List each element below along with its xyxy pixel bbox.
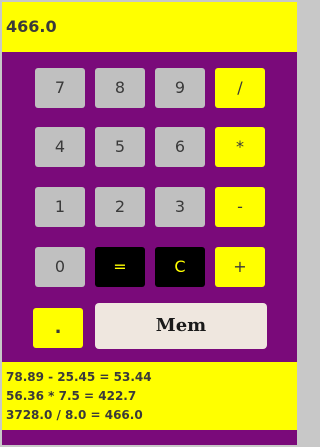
history-line: 56.36 * 7.5 = 422.7	[6, 389, 137, 403]
digit-0-button[interactable]: 0	[35, 247, 85, 287]
digit-1-button[interactable]: 1	[35, 187, 85, 227]
digit-2-button[interactable]: 2	[95, 187, 145, 227]
history-line: 3728.0 / 8.0 = 466.0	[6, 408, 143, 422]
clear-button[interactable]: C	[155, 247, 205, 287]
digit-5-button[interactable]: 5	[95, 127, 145, 167]
digit-6-button[interactable]: 6	[155, 127, 205, 167]
history-panel: 78.89 - 25.45 = 53.44 56.36 * 7.5 = 422.…	[2, 362, 297, 430]
result-display: 466.0	[2, 2, 297, 52]
digit-3-button[interactable]: 3	[155, 187, 205, 227]
digit-7-button[interactable]: 7	[35, 68, 85, 108]
decimal-button[interactable]: .	[33, 308, 83, 348]
digit-4-button[interactable]: 4	[35, 127, 85, 167]
multiply-button[interactable]: *	[215, 127, 265, 167]
digit-9-button[interactable]: 9	[155, 68, 205, 108]
calculator-window: 466.0 7 8 9 / 4 5 6 * 1 2 3 - 0 = C + . …	[2, 2, 297, 445]
subtract-button[interactable]: -	[215, 187, 265, 227]
mem-button[interactable]: Mem	[95, 303, 267, 349]
history-line: 78.89 - 25.45 = 53.44	[6, 370, 152, 384]
digit-8-button[interactable]: 8	[95, 68, 145, 108]
add-button[interactable]: +	[215, 247, 265, 287]
equals-button[interactable]: =	[95, 247, 145, 287]
divide-button[interactable]: /	[215, 68, 265, 108]
